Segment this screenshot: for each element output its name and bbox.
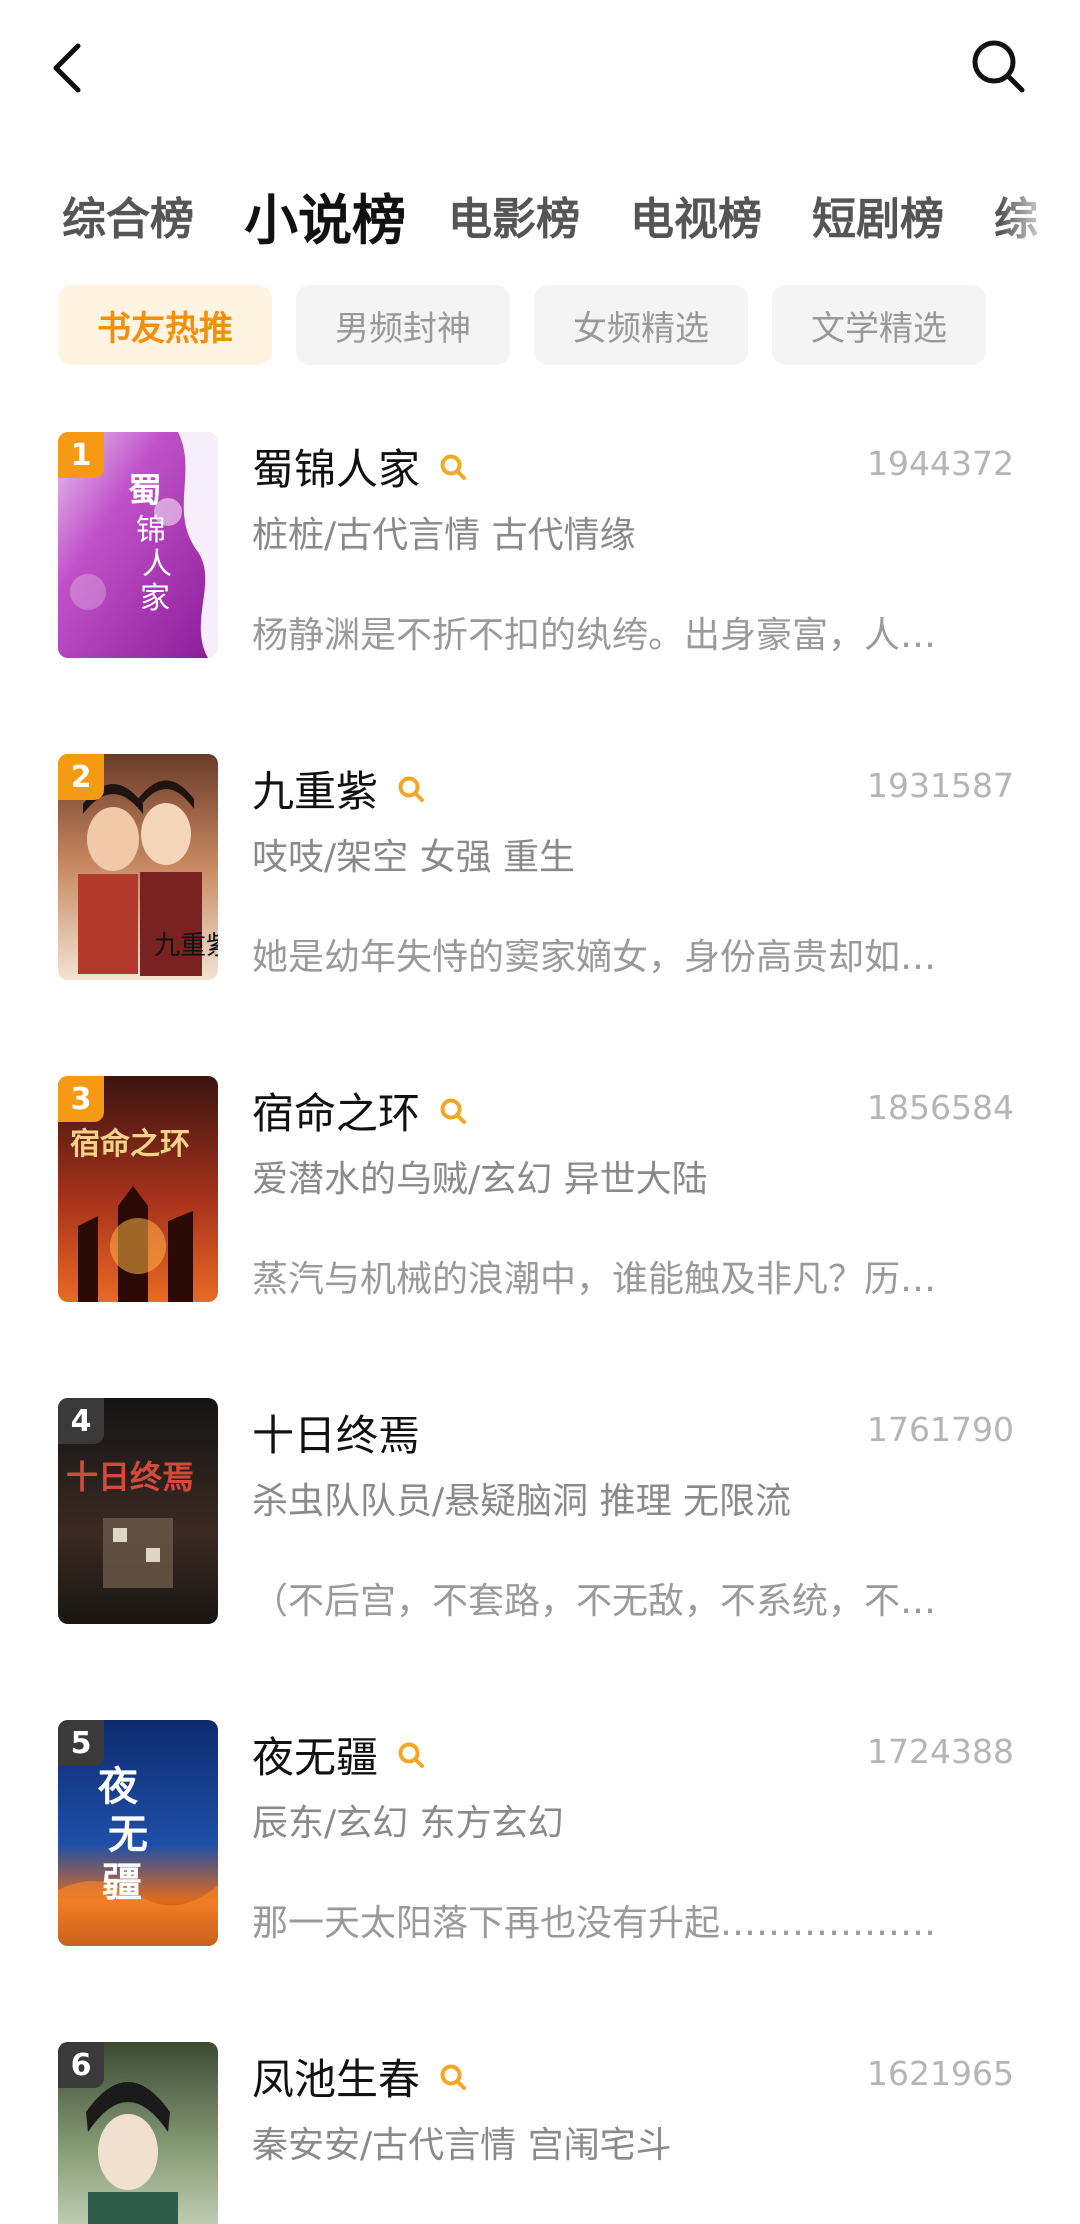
list-item[interactable]: 凤池生春 6 凤池生春 1621965 秦安安/古代言情 宫闱宅斗 bbox=[0, 2040, 1080, 2224]
svg-text:疆: 疆 bbox=[102, 1859, 142, 1906]
list-item[interactable]: 蜀 锦 人 家 1 蜀锦人家 1944372 桩桩/古代言情 古代情缘 杨静渊是… bbox=[0, 430, 1080, 660]
svg-text:蜀: 蜀 bbox=[128, 471, 162, 511]
book-title[interactable]: 宿命之环 bbox=[252, 1080, 420, 1141]
chip-male-channel[interactable]: 男频封神 bbox=[296, 285, 510, 365]
search-icon[interactable] bbox=[396, 1740, 426, 1770]
popularity-count: 1856584 bbox=[867, 1088, 1014, 1127]
search-icon[interactable] bbox=[396, 774, 426, 804]
svg-text:十日终焉: 十日终焉 bbox=[66, 1458, 194, 1496]
tabs-fade-overlay bbox=[1000, 165, 1080, 265]
filter-chips: 书友热推 男频封神 女频精选 文学精选 bbox=[0, 285, 1080, 365]
rank-badge: 6 bbox=[58, 2042, 104, 2088]
book-title-row: 夜无疆 bbox=[252, 1724, 426, 1785]
svg-text:锦: 锦 bbox=[136, 513, 166, 548]
book-cover[interactable]: 夜 无 疆 5 bbox=[58, 1720, 218, 1946]
book-meta: 秦安安/古代言情 宫闱宅斗 bbox=[252, 2125, 672, 2166]
rank-badge: 1 bbox=[58, 432, 104, 478]
list-item[interactable]: 十日终焉 4 十日终焉 1761790 杀虫队队员/悬疑脑洞 推理 无限流 （不… bbox=[0, 1396, 1080, 1626]
tab-short-drama[interactable]: 短剧榜 bbox=[812, 165, 944, 265]
book-meta: 辰东/玄幻 东方玄幻 bbox=[252, 1803, 564, 1844]
book-title-row: 凤池生春 bbox=[252, 2046, 468, 2107]
book-description: 蒸汽与机械的浪潮中，谁能触及非凡？历… bbox=[252, 1259, 937, 1300]
book-title-row: 九重紫 bbox=[252, 758, 426, 819]
book-title-row: 蜀锦人家 bbox=[252, 436, 468, 497]
svg-text:宿命之环: 宿命之环 bbox=[70, 1127, 190, 1162]
book-cover[interactable]: 宿命之环 3 bbox=[58, 1076, 218, 1302]
popularity-count: 1724388 bbox=[867, 1732, 1014, 1771]
book-description: （不后宫，不套路，不无敌，不系统，不… bbox=[252, 1581, 937, 1622]
book-meta: 爱潜水的乌贼/玄幻 异世大陆 bbox=[252, 1159, 708, 1200]
book-title[interactable]: 蜀锦人家 bbox=[252, 436, 420, 497]
search-icon[interactable] bbox=[438, 452, 468, 482]
search-button[interactable] bbox=[966, 34, 1030, 98]
chip-female-channel[interactable]: 女频精选 bbox=[534, 285, 748, 365]
rank-badge: 5 bbox=[58, 1720, 104, 1766]
rank-badge: 3 bbox=[58, 1076, 104, 1122]
chip-reader-picks[interactable]: 书友热推 bbox=[58, 285, 272, 365]
book-title[interactable]: 十日终焉 bbox=[252, 1402, 420, 1463]
svg-text:人: 人 bbox=[142, 547, 172, 582]
book-meta: 桩桩/古代言情 古代情缘 bbox=[252, 515, 636, 556]
rank-badge: 2 bbox=[58, 754, 104, 800]
back-button[interactable] bbox=[40, 36, 96, 100]
book-description: 那一天太阳落下再也没有升起……………… bbox=[252, 1903, 937, 1944]
rank-badge: 4 bbox=[58, 1398, 104, 1444]
popularity-count: 1944372 bbox=[867, 444, 1014, 483]
book-cover[interactable]: 蜀 锦 人 家 1 bbox=[58, 432, 218, 658]
svg-text:夜: 夜 bbox=[97, 1763, 139, 1810]
category-tabs: 综合榜 小说榜 电影榜 电视榜 短剧榜 综 bbox=[0, 165, 1080, 265]
tab-composite[interactable]: 综合榜 bbox=[62, 165, 194, 265]
svg-text:无: 无 bbox=[108, 1811, 148, 1858]
search-icon[interactable] bbox=[438, 1096, 468, 1126]
book-title[interactable]: 夜无疆 bbox=[252, 1724, 378, 1785]
tab-movie[interactable]: 电影榜 bbox=[448, 165, 580, 265]
book-meta: 吱吱/架空 女强 重生 bbox=[252, 837, 576, 878]
tab-tv[interactable]: 电视榜 bbox=[630, 165, 762, 265]
popularity-count: 1621965 bbox=[867, 2054, 1014, 2093]
list-item[interactable]: 九重紫 2 九重紫 1931587 吱吱/架空 女强 重生 她是幼年失恃的窦家嫡… bbox=[0, 752, 1080, 982]
book-cover[interactable]: 九重紫 2 bbox=[58, 754, 218, 980]
book-title-row: 宿命之环 bbox=[252, 1080, 468, 1141]
book-title[interactable]: 凤池生春 bbox=[252, 2046, 420, 2107]
book-meta: 杀虫队队员/悬疑脑洞 推理 无限流 bbox=[252, 1481, 792, 1522]
search-icon bbox=[972, 40, 1025, 93]
list-item[interactable]: 夜 无 疆 5 夜无疆 1724388 辰东/玄幻 东方玄幻 那一天太阳落下再也… bbox=[0, 1718, 1080, 1948]
book-cover[interactable]: 凤池生春 6 bbox=[58, 2042, 218, 2224]
book-title-row: 十日终焉 bbox=[252, 1402, 420, 1463]
book-title[interactable]: 九重紫 bbox=[252, 758, 378, 819]
top-bar bbox=[0, 0, 1080, 150]
book-description: 她是幼年失恃的窦家嫡女，身份高贵却如… bbox=[252, 937, 937, 978]
search-icon[interactable] bbox=[438, 2062, 468, 2092]
chip-literature[interactable]: 文学精选 bbox=[772, 285, 986, 365]
tab-novel[interactable]: 小说榜 bbox=[244, 165, 406, 265]
popularity-count: 1761790 bbox=[867, 1410, 1014, 1449]
svg-text:九重紫: 九重紫 bbox=[154, 931, 218, 961]
popularity-count: 1931587 bbox=[867, 766, 1014, 805]
chevron-left-icon bbox=[53, 43, 81, 93]
book-description: 杨静渊是不折不扣的纨绔。出身豪富，人… bbox=[252, 615, 937, 656]
book-cover[interactable]: 十日终焉 4 bbox=[58, 1398, 218, 1624]
svg-text:家: 家 bbox=[140, 581, 170, 616]
list-item[interactable]: 宿命之环 3 宿命之环 1856584 爱潜水的乌贼/玄幻 异世大陆 蒸汽与机械… bbox=[0, 1074, 1080, 1304]
